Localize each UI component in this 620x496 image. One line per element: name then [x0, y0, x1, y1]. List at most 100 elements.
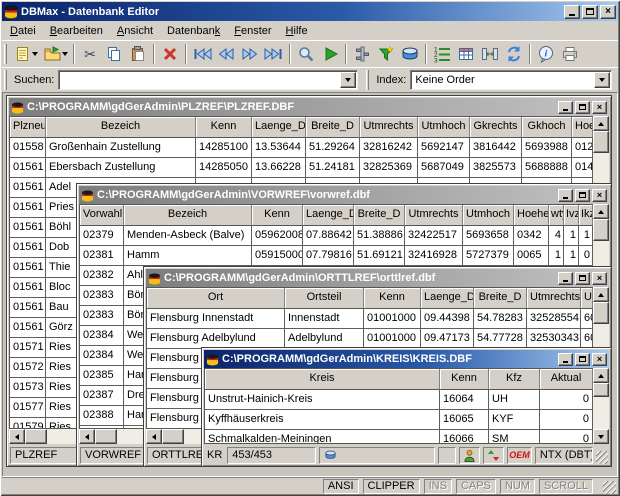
kreis-minimize-button[interactable]: [558, 352, 573, 366]
table-cell[interactable]: 02384: [80, 346, 124, 366]
column-header[interactable]: Laenge_D: [303, 205, 354, 226]
table-cell[interactable]: 01561: [10, 218, 46, 238]
database-button[interactable]: [398, 42, 422, 66]
scroll-thumb[interactable]: [593, 131, 609, 153]
column-header[interactable]: Gkrechts: [470, 117, 522, 138]
table-cell[interactable]: 5727379: [463, 246, 514, 266]
vorwref-maximize-button[interactable]: [575, 188, 590, 202]
plzref-maximize-button[interactable]: [575, 100, 590, 114]
open-dropdown-arrow[interactable]: [62, 52, 68, 56]
column-header[interactable]: Kfz: [489, 369, 540, 390]
table-cell[interactable]: Großenhain Zustellung: [46, 138, 196, 158]
table-cell[interactable]: Ebersbach Zustellung: [46, 158, 196, 178]
toolbar-grip[interactable]: [4, 70, 7, 90]
table-cell[interactable]: 01573: [10, 378, 46, 398]
table-cell[interactable]: 5693988: [522, 138, 572, 158]
orttlref-titlebar[interactable]: C:\PROGRAMM\gdGerAdmin\ORTTLREF\orttlref…: [146, 269, 609, 287]
column-header[interactable]: Vorwahl: [80, 205, 124, 226]
column-header[interactable]: wty: [549, 205, 564, 226]
menu-bearbeiten[interactable]: Bearbeiten: [43, 23, 110, 39]
table-cell[interactable]: 012: [572, 138, 593, 158]
delete-button[interactable]: [158, 42, 182, 66]
scroll-thumb[interactable]: [95, 429, 117, 444]
minimize-button[interactable]: [564, 4, 580, 19]
index-dropdown-button[interactable]: [594, 72, 610, 88]
table-cell[interactable]: 3816442: [470, 138, 522, 158]
scroll-down-button[interactable]: [593, 429, 609, 444]
go-next-button[interactable]: [238, 42, 262, 66]
table-cell[interactable]: 4: [549, 226, 564, 246]
table-cell[interactable]: 1: [564, 226, 579, 246]
table-cell[interactable]: 51.69121: [354, 246, 405, 266]
toolbar-grip[interactable]: [366, 70, 370, 90]
table-cell[interactable]: 01571: [10, 338, 46, 358]
run-button[interactable]: [318, 42, 342, 66]
table-cell[interactable]: 02383: [80, 286, 124, 306]
column-header[interactable]: Kreis: [205, 369, 440, 390]
new-dropdown-arrow[interactable]: [32, 52, 38, 56]
menu-datenbank[interactable]: Datenbank: [160, 23, 227, 39]
table-cell[interactable]: 32422517: [405, 226, 463, 246]
print-button[interactable]: [558, 42, 582, 66]
column-header[interactable]: Ortsteil: [285, 288, 364, 309]
go-first-button[interactable]: [190, 42, 214, 66]
table-cell[interactable]: 60: [581, 309, 593, 329]
table-cell[interactable]: 14285050: [196, 158, 252, 178]
vorwref-titlebar[interactable]: C:\PROGRAMM\gdGerAdmin\VORWREF\vorwref.d…: [79, 186, 609, 204]
table-cell[interactable]: 014: [572, 158, 593, 178]
column-header[interactable]: Breite_D: [474, 288, 527, 309]
orttlref-maximize-button[interactable]: [575, 271, 590, 285]
table-cell[interactable]: Adelbylund: [285, 329, 364, 349]
copy-button[interactable]: [102, 42, 126, 66]
column-header[interactable]: Kenn: [196, 117, 252, 138]
column-header[interactable]: Kenn: [364, 288, 421, 309]
refresh-button[interactable]: [502, 42, 526, 66]
table-cell[interactable]: 16064: [440, 390, 489, 410]
menu-fenster[interactable]: Fenster: [227, 23, 278, 39]
column-header[interactable]: Utmhoch: [463, 205, 514, 226]
table-cell[interactable]: 60: [581, 329, 593, 349]
table-cell[interactable]: 02383: [80, 306, 124, 326]
filter-settings-button[interactable]: [350, 42, 374, 66]
column-header[interactable]: Laenge_D: [421, 288, 474, 309]
table-cell[interactable]: 01558: [10, 138, 46, 158]
orttlref-minimize-button[interactable]: [558, 271, 573, 285]
index-select[interactable]: Keine Order: [410, 70, 612, 90]
table-cell[interactable]: 32416928: [405, 246, 463, 266]
table-cell[interactable]: 51.24181: [306, 158, 360, 178]
table-cell[interactable]: 0: [579, 246, 593, 266]
table-cell[interactable]: 05915000: [252, 246, 303, 266]
column-header[interactable]: Ikz: [579, 205, 593, 226]
table-cell[interactable]: 5693658: [463, 226, 514, 246]
table-cell[interactable]: 01561: [10, 278, 46, 298]
table-cell[interactable]: 01561: [10, 198, 46, 218]
table-cell[interactable]: 51.29264: [306, 138, 360, 158]
table-cell[interactable]: 01561: [10, 238, 46, 258]
table-cell[interactable]: 32825369: [360, 158, 418, 178]
table-cell[interactable]: Kyffhäuserkreis: [205, 410, 440, 430]
table-cell[interactable]: 01561: [10, 178, 46, 198]
column-header[interactable]: Plzneu: [10, 117, 46, 138]
new-document-button[interactable]: [10, 42, 34, 66]
plzref-titlebar[interactable]: C:\PROGRAMM\gdGerAdmin\PLZREF\PLZREF.DBF…: [9, 98, 609, 116]
menu-datei[interactable]: Datei: [3, 23, 43, 39]
table-cell[interactable]: 02385: [80, 366, 124, 386]
column-header[interactable]: Hoehe: [514, 205, 549, 226]
table-cell[interactable]: 5688888: [522, 158, 572, 178]
kreis-titlebar[interactable]: C:\PROGRAMM\gdGerAdmin\KREIS\KREIS.DBF ×: [204, 350, 609, 368]
kreis-maximize-button[interactable]: [575, 352, 590, 366]
close-button[interactable]: ×: [600, 4, 616, 19]
table-cell[interactable]: 5687049: [418, 158, 470, 178]
scroll-thumb[interactable]: [25, 429, 47, 444]
column-header[interactable]: Laenge_D: [252, 117, 306, 138]
table-cell[interactable]: 32528554: [527, 309, 581, 329]
scroll-up-button[interactable]: [593, 116, 609, 131]
table-cell[interactable]: SM: [489, 430, 540, 443]
vorwref-minimize-button[interactable]: [558, 188, 573, 202]
table-cell[interactable]: 01561: [10, 258, 46, 278]
table-cell[interactable]: 02388: [80, 406, 124, 426]
table-cell[interactable]: 01579: [10, 418, 46, 428]
main-titlebar[interactable]: DBMax - Datenbank Editor ×: [2, 2, 618, 21]
scroll-thumb[interactable]: [593, 383, 609, 397]
column-header[interactable]: Bezeich: [124, 205, 252, 226]
